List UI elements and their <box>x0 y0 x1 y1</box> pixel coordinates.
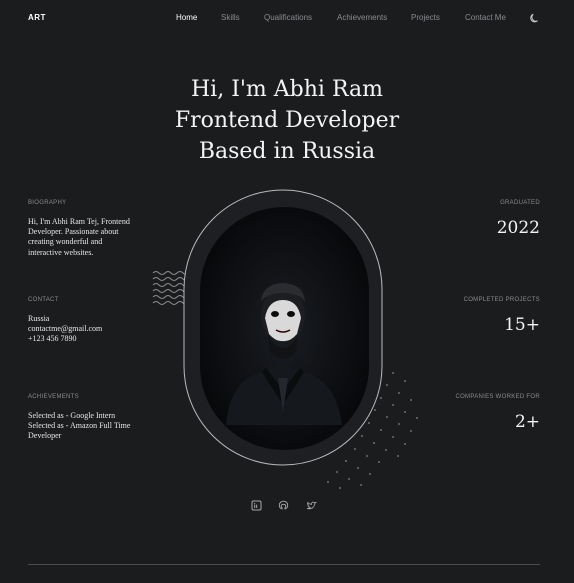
github-icon[interactable] <box>278 500 289 511</box>
portrait-area <box>152 189 418 489</box>
social-links <box>250 500 320 512</box>
linkedin-icon[interactable] <box>251 500 262 511</box>
footer-divider <box>28 564 540 565</box>
twitter-icon[interactable] <box>306 500 317 511</box>
